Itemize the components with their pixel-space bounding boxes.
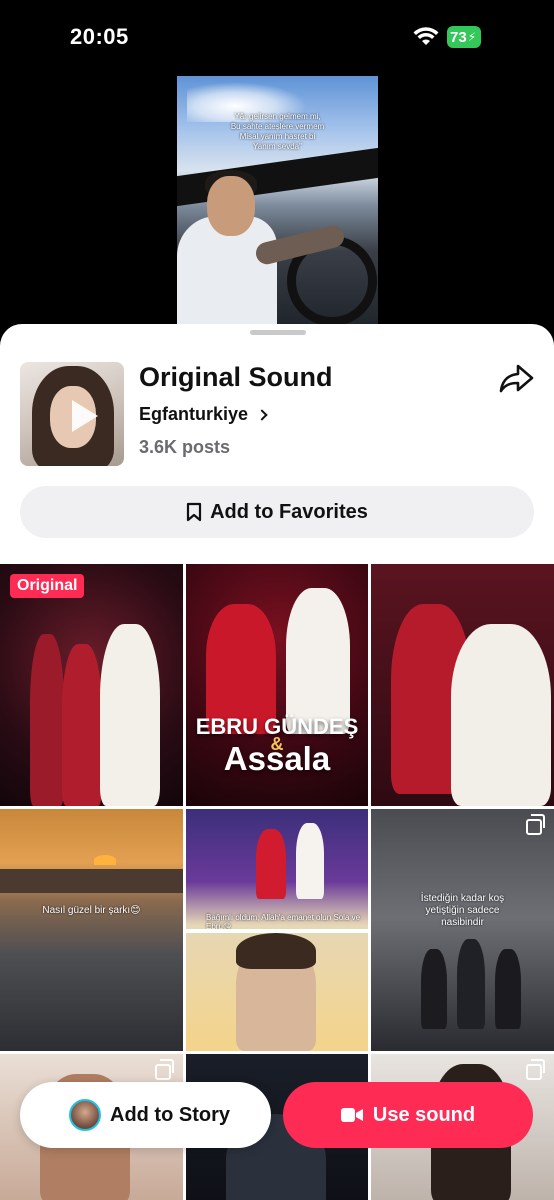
add-to-favorites-button[interactable]: Add to Favorites xyxy=(20,486,534,538)
video-tile[interactable]: Nasıl güzel bir şarkı😊 xyxy=(0,809,183,1051)
multi-photo-icon xyxy=(526,1059,545,1080)
tile-figure xyxy=(296,823,324,899)
tile-caption: İstediğin kadar koş yetiştiğin sadece na… xyxy=(420,893,505,928)
video-camera-icon xyxy=(340,1108,363,1122)
status-bar: 20:05 73 ⚡ xyxy=(0,0,554,76)
tile-figure xyxy=(457,939,485,1029)
use-sound-label: Use sound xyxy=(372,1103,476,1126)
share-icon[interactable] xyxy=(498,362,536,394)
posts-count: 3.6K posts xyxy=(139,437,231,457)
tile-sun xyxy=(94,855,116,865)
tile-figure xyxy=(62,644,102,806)
video-tile[interactable]: Bağımlı oldum, Allah'a emanet olun Sola … xyxy=(186,809,368,1051)
tile-caption: Nasıl güzel bir şarkı😊 xyxy=(42,905,141,916)
add-to-story-label: Add to Story xyxy=(110,1103,230,1126)
video-tile[interactable]: EBRU GÜNDEŞ & Assala xyxy=(186,564,368,806)
multi-photo-icon xyxy=(155,1059,174,1080)
bookmark-icon xyxy=(186,502,202,522)
use-sound-button[interactable]: Use sound xyxy=(283,1082,533,1148)
video-tile[interactable] xyxy=(371,564,554,806)
tile-figure xyxy=(30,634,64,806)
sheet-grabber[interactable] xyxy=(250,330,306,335)
original-badge: Original xyxy=(10,574,85,598)
video-preview[interactable]: Yâr gelirsen gelmem mi, Bu sahte ateşler… xyxy=(177,76,378,326)
tile-title-line2: Assala xyxy=(223,740,331,777)
sound-author-link[interactable]: Egfanturkiye xyxy=(139,404,268,425)
video-tile[interactable]: Original xyxy=(0,564,183,806)
charging-bolt-icon: ⚡ xyxy=(467,30,477,44)
tile-skyline xyxy=(0,869,183,893)
video-tile[interactable]: İstediğin kadar koş yetiştiğin sadece na… xyxy=(371,809,554,1051)
tile-figure xyxy=(100,624,160,806)
avatar xyxy=(69,1099,101,1131)
favorites-label: Add to Favorites xyxy=(210,500,368,523)
add-to-story-button[interactable]: Add to Story xyxy=(20,1082,271,1148)
tile-figure xyxy=(495,949,521,1029)
battery-indicator: 73 ⚡ xyxy=(447,26,481,48)
video-caption: Yâr gelirsen gelmem mi, Bu sahte ateşler… xyxy=(230,112,325,151)
sound-author: Egfanturkiye xyxy=(139,404,249,424)
battery-level: 73 xyxy=(450,28,467,46)
tile-figure xyxy=(286,588,350,734)
sound-cover[interactable] xyxy=(20,362,124,466)
play-icon[interactable] xyxy=(72,400,98,432)
tile-figure-hair xyxy=(236,933,316,969)
status-time: 20:05 xyxy=(70,24,129,49)
multi-photo-icon xyxy=(526,814,545,835)
tile-figure xyxy=(421,949,447,1029)
tile-figure xyxy=(256,829,286,899)
sound-title: Original Sound xyxy=(139,362,333,392)
sound-sheet: Original Sound Egfanturkiye 3.6K posts A… xyxy=(0,324,554,1200)
video-driver-head xyxy=(207,176,255,236)
tile-figure xyxy=(451,624,551,806)
chevron-right-icon xyxy=(256,408,268,421)
wifi-icon xyxy=(413,27,439,45)
